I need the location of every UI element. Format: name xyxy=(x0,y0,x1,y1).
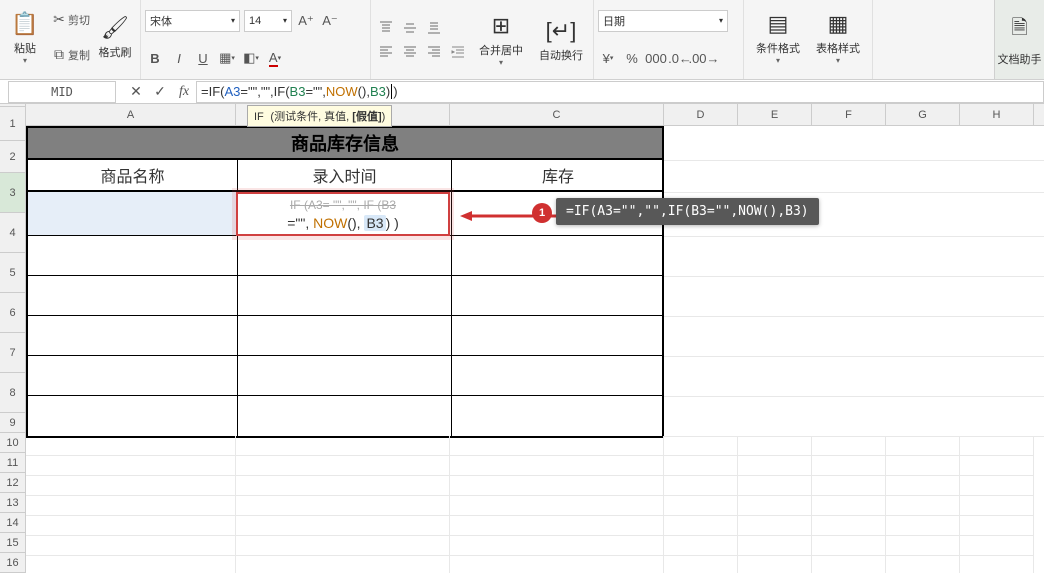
italic-button[interactable]: I xyxy=(169,47,189,69)
row-headers: 1 2 3 4 5 6 7 8 9 10 11 12 13 14 15 16 xyxy=(0,107,26,573)
row-header[interactable]: 11 xyxy=(0,453,25,473)
fill-color-button[interactable]: ◧▾ xyxy=(241,47,261,69)
table-row[interactable] xyxy=(28,356,662,396)
copy-icon: ⧉ xyxy=(50,46,68,63)
format-painter-label: 格式刷 xyxy=(99,44,132,60)
row-header[interactable]: 4 xyxy=(0,213,25,253)
format-painter-button[interactable]: 🖌 格式刷 xyxy=(94,2,136,72)
table-row[interactable] xyxy=(28,236,662,276)
clipboard-group: 📋 粘贴 ▾ ✂剪切 ⧉复制 🖌 格式刷 xyxy=(0,0,141,79)
formula-bar: MID ✕ ✓ fx =IF(A3="","",IF(B3="",NOW(),B… xyxy=(0,80,1044,104)
cell-styles-button[interactable]: ▦ 表格样式▾ xyxy=(808,2,868,72)
underline-button[interactable]: U xyxy=(193,47,213,69)
doc-assist-button[interactable]: 🗎 文档助手 xyxy=(994,0,1044,79)
wrap-icon: [↵] xyxy=(546,17,577,45)
indent-button[interactable] xyxy=(447,41,469,63)
table-row[interactable] xyxy=(28,316,662,356)
merge-icon: ⊞ xyxy=(492,12,510,40)
currency-button[interactable]: ¥▾ xyxy=(598,47,618,69)
cancel-edit-button[interactable]: ✕ xyxy=(124,80,148,104)
row-header[interactable]: 1 xyxy=(0,107,25,141)
number-format-combo[interactable]: 日期▾ xyxy=(598,10,728,32)
align-left-button[interactable] xyxy=(375,41,397,63)
editing-cell-b3[interactable]: IF (A3= "", "", IF (B3 ="", NOW(), B3) ) xyxy=(236,192,450,236)
ribbon: 📋 粘贴 ▾ ✂剪切 ⧉复制 🖌 格式刷 宋体▾ 14▾ A⁺ A⁻ B I U… xyxy=(0,0,1044,80)
col-headers: A B C D E F G H xyxy=(26,104,1044,126)
scissors-icon: ✂ xyxy=(50,11,68,28)
table-header-cell[interactable]: 库存 xyxy=(452,160,664,190)
font-group: 宋体▾ 14▾ A⁺ A⁻ B I U ▦▾ ◧▾ A▾ xyxy=(141,0,371,79)
decrease-decimal-button[interactable]: .0← xyxy=(670,47,690,69)
align-middle-button[interactable] xyxy=(399,17,421,39)
row-header[interactable]: 16 xyxy=(0,553,25,573)
align-bottom-button[interactable] xyxy=(423,17,445,39)
table-row[interactable] xyxy=(28,396,662,436)
confirm-edit-button[interactable]: ✓ xyxy=(148,80,172,104)
merge-center-button[interactable]: ⊞ 合并居中▾ xyxy=(473,5,529,75)
fx-button[interactable]: fx xyxy=(172,80,196,104)
border-button[interactable]: ▦▾ xyxy=(217,47,237,69)
row-header[interactable]: 9 xyxy=(0,413,25,433)
col-header[interactable]: A xyxy=(26,104,236,125)
align-center-button[interactable] xyxy=(399,41,421,63)
cut-button[interactable]: ✂剪切 xyxy=(46,9,94,31)
font-color-button[interactable]: A▾ xyxy=(265,47,285,69)
row-header[interactable]: 3 xyxy=(0,173,25,213)
font-name-combo[interactable]: 宋体▾ xyxy=(145,10,240,32)
styles-icon: ▦ xyxy=(828,10,849,38)
font-size-combo[interactable]: 14▾ xyxy=(244,10,292,32)
cond-format-icon: ▤ xyxy=(768,10,789,38)
row-header[interactable]: 10 xyxy=(0,433,25,453)
formula-tooltip: IF (测试条件, 真值, [假值]) xyxy=(247,105,392,127)
wrap-text-button[interactable]: [↵] 自动换行 xyxy=(533,5,589,75)
number-group: 日期▾ ¥▾ % 000 .0← .00→ xyxy=(594,0,744,79)
conditional-format-button[interactable]: ▤ 条件格式▾ xyxy=(748,2,808,72)
copy-button[interactable]: ⧉复制 xyxy=(46,44,94,66)
table-row[interactable] xyxy=(28,276,662,316)
align-group: ⊞ 合并居中▾ [↵] 自动换行 xyxy=(371,0,594,79)
row-header[interactable]: 6 xyxy=(0,293,25,333)
col-header[interactable]: F xyxy=(812,104,886,125)
name-box[interactable]: MID xyxy=(8,81,116,103)
align-top-button[interactable] xyxy=(375,17,397,39)
table-title[interactable]: 商品库存信息 xyxy=(26,126,664,160)
callout-badge: 1 xyxy=(532,203,552,223)
comma-button[interactable]: 000 xyxy=(646,47,666,69)
col-header[interactable]: D xyxy=(664,104,738,125)
styles-group: ▤ 条件格式▾ ▦ 表格样式▾ xyxy=(744,0,873,79)
row-header[interactable]: 5 xyxy=(0,253,25,293)
row-header[interactable]: 2 xyxy=(0,141,25,173)
sheet: 1 2 3 4 5 6 7 8 9 10 11 12 13 14 15 16 A… xyxy=(0,104,1044,573)
paste-icon: 📋 xyxy=(11,10,38,38)
decrease-font-button[interactable]: A⁻ xyxy=(320,10,340,32)
col-header[interactable]: G xyxy=(886,104,960,125)
table-header-cell[interactable]: 录入时间 xyxy=(238,160,452,190)
increase-font-button[interactable]: A⁺ xyxy=(296,10,316,32)
row-header[interactable]: 12 xyxy=(0,473,25,493)
col-header[interactable]: C xyxy=(450,104,664,125)
paste-button[interactable]: 📋 粘贴 ▾ xyxy=(4,2,46,72)
row-header[interactable]: 8 xyxy=(0,373,25,413)
row-header[interactable]: 15 xyxy=(0,533,25,553)
align-right-button[interactable] xyxy=(423,41,445,63)
increase-decimal-button[interactable]: .00→ xyxy=(694,47,714,69)
col-header[interactable]: E xyxy=(738,104,812,125)
brush-icon: 🖌 xyxy=(101,14,129,42)
bold-button[interactable]: B xyxy=(145,47,165,69)
row-header[interactable]: 14 xyxy=(0,513,25,533)
table-header-row: 商品名称 录入时间 库存 xyxy=(26,160,664,192)
formula-input[interactable]: =IF(A3="","",IF(B3="",NOW(),B3)) xyxy=(196,81,1044,103)
row-header[interactable]: 7 xyxy=(0,333,25,373)
percent-button[interactable]: % xyxy=(622,47,642,69)
col-header[interactable]: H xyxy=(960,104,1034,125)
table-header-cell[interactable]: 商品名称 xyxy=(28,160,238,190)
paste-label: 粘贴 xyxy=(14,40,36,56)
doc-icon: 🗎 xyxy=(1011,13,1027,47)
callout-text: =IF(A3="","",IF(B3="",NOW(),B3) xyxy=(556,198,819,225)
row-header[interactable]: 13 xyxy=(0,493,25,513)
